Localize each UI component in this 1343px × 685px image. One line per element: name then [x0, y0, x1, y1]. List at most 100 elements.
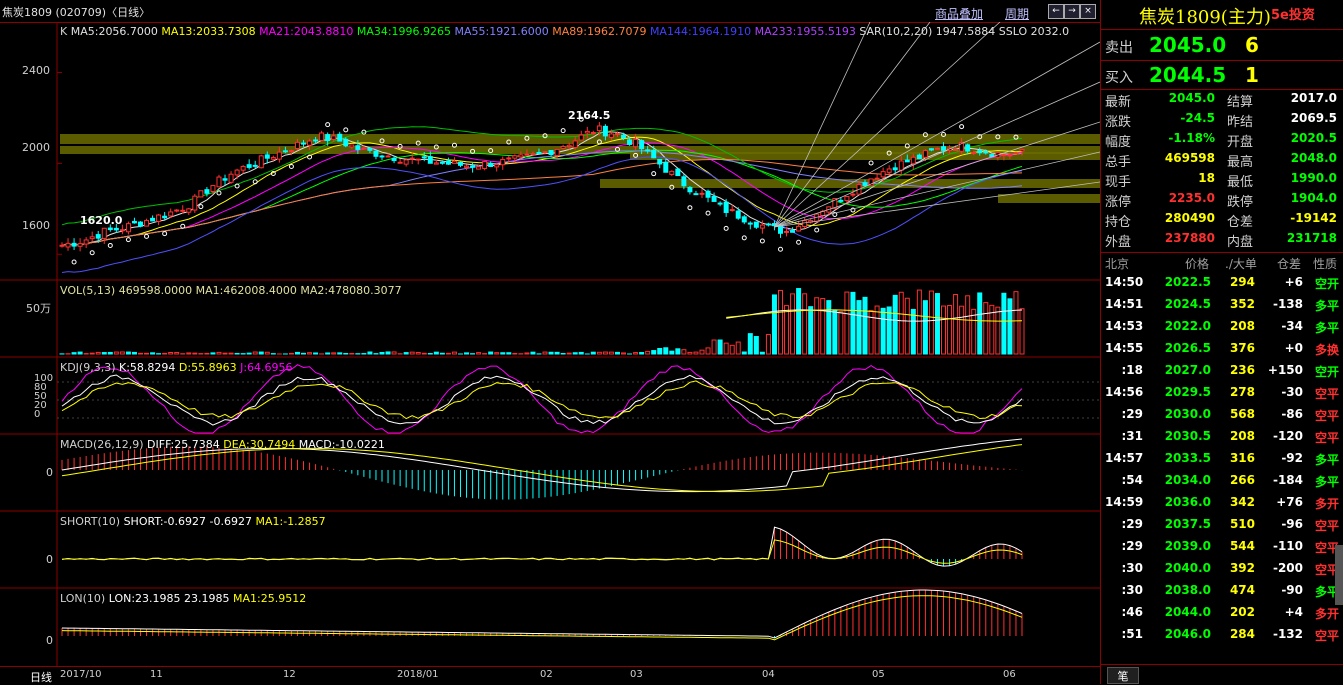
tick-nature: 空平: [1303, 407, 1339, 424]
tick-row: :512046.0284-132空平: [1105, 627, 1341, 649]
vol-legend: VOL(5,13) 469598.0000 MA1:462008.4000 MA…: [60, 284, 402, 297]
tick-row: :302038.0474-90多平: [1105, 583, 1341, 605]
stat-label: 跌停: [1227, 191, 1253, 210]
period-link[interactable]: 周期: [1005, 5, 1029, 22]
volume-bar: [217, 352, 221, 354]
tick-time: :31: [1105, 429, 1143, 443]
ma-legend-item: MA89:1962.7079: [552, 25, 650, 38]
stats-table: 最新2045.0结算2017.0涨跌-24.5昨结2069.5幅度-1.18%开…: [1101, 91, 1343, 251]
tick-price: 2024.5: [1153, 297, 1211, 311]
tick-time: :29: [1105, 517, 1143, 531]
volume-bar: [622, 353, 626, 354]
ma-legend-item: MA233:1955.5193: [755, 25, 860, 38]
scrollbar[interactable]: [1335, 545, 1343, 605]
close-button[interactable]: ×: [1080, 4, 1096, 19]
gann-fan-line: [774, 22, 870, 227]
stat-value: 1904.0: [1265, 191, 1337, 205]
tick-price: 2039.0: [1153, 539, 1211, 553]
volume-bar: [881, 308, 885, 354]
kdj-j: J:64.6956: [240, 361, 292, 374]
candle-body: [561, 147, 565, 149]
volume-bar: [573, 353, 577, 354]
volume-bar: [718, 340, 722, 354]
candle-body: [567, 145, 571, 146]
chart-area[interactable]: [0, 22, 1100, 666]
high-annotation: 2164.5: [568, 109, 610, 122]
volume-bar: [845, 292, 849, 354]
stat-row: 涨跌-24.5昨结2069.5: [1105, 111, 1341, 131]
volume-bar: [126, 352, 130, 354]
tick-time: :54: [1105, 473, 1143, 487]
candle-body: [917, 155, 921, 158]
y-label-1600: 1600: [22, 219, 50, 232]
sar-dot: [126, 238, 130, 242]
volume-bar: [700, 350, 704, 354]
volume-bar: [72, 353, 76, 354]
candle-body: [356, 146, 360, 150]
short-value: SHORT:-0.6927: [124, 515, 206, 528]
candle-body: [887, 169, 891, 172]
sar-dot: [760, 239, 764, 243]
volume-bar: [265, 352, 269, 354]
kdj-legend: KDJ(9,3,3) K:58.8294 D:55.8963 J:64.6956: [60, 361, 293, 374]
tick-nature: 多平: [1303, 319, 1339, 336]
period-label[interactable]: 日线: [30, 669, 52, 685]
stat-value: 2045.0: [1145, 91, 1215, 105]
volume-bar: [658, 348, 662, 354]
sar-dot: [815, 228, 819, 232]
next-button[interactable]: →: [1064, 4, 1080, 19]
candle-body: [428, 157, 432, 164]
volume-bar: [893, 295, 897, 354]
volume-plot: [60, 289, 1024, 354]
tick-nature: 多平: [1303, 473, 1339, 490]
tick-oi: -184: [1261, 473, 1303, 487]
sar-dot: [163, 232, 167, 236]
tick-tab[interactable]: 笔: [1107, 667, 1139, 684]
divider: [1101, 29, 1343, 30]
volume-bar: [1008, 299, 1012, 354]
volume-bar: [664, 348, 668, 354]
stat-label: 幅度: [1105, 131, 1131, 150]
candle-body: [893, 168, 897, 170]
kdj-plot: [57, 365, 1100, 433]
candle-body: [766, 224, 770, 225]
tick-row: :292030.0568-86空平: [1105, 407, 1341, 429]
overlay-link[interactable]: 商品叠加: [935, 5, 983, 22]
tick-price: 2044.0: [1153, 605, 1211, 619]
tick-oi: -90: [1261, 583, 1303, 597]
volume-bar: [380, 352, 384, 354]
candle-body: [90, 237, 94, 239]
tick-nature: 多平: [1303, 583, 1339, 600]
candle-body: [585, 131, 589, 133]
macd-legend: MACD(26,12,9) DIFF:25.7384 DEA:30.7494 M…: [60, 438, 385, 451]
candle-body: [899, 161, 903, 170]
volume-bar: [163, 353, 167, 354]
candle-body: [138, 222, 142, 226]
tick-oi: -200: [1261, 561, 1303, 575]
tick-oi: -110: [1261, 539, 1303, 553]
volume-bar: [114, 352, 118, 354]
stat-label: 昨结: [1227, 111, 1253, 130]
tick-volume: 342: [1213, 495, 1255, 509]
tick-volume: 376: [1213, 341, 1255, 355]
candle-body: [108, 228, 112, 230]
sar-dot: [742, 236, 746, 240]
volume-bar: [90, 353, 94, 354]
tick-list[interactable]: 14:502022.5294+6空开14:512024.5352-138多平14…: [1105, 275, 1341, 649]
volume-bar: [187, 353, 191, 354]
candle-body: [380, 156, 384, 157]
ma-legend: K MA5:2056.7000 MA13:2033.7308 MA21:2043…: [60, 25, 1069, 38]
volume-bar: [386, 352, 390, 354]
price-band: [998, 194, 1100, 203]
short-legend: SHORT(10) SHORT:-0.6927 -0.6927 MA1:-1.2…: [60, 515, 326, 528]
volume-bar: [501, 353, 505, 354]
volume-bar: [609, 352, 613, 354]
tick-volume: 294: [1213, 275, 1255, 289]
candle-body: [259, 156, 263, 168]
candle-body: [1014, 153, 1018, 154]
prev-button[interactable]: ←: [1048, 4, 1064, 19]
stat-row: 涨停2235.0跌停1904.0: [1105, 191, 1341, 211]
sar-dot: [289, 164, 293, 168]
candle-body: [1020, 149, 1024, 151]
volume-bar: [567, 353, 571, 354]
